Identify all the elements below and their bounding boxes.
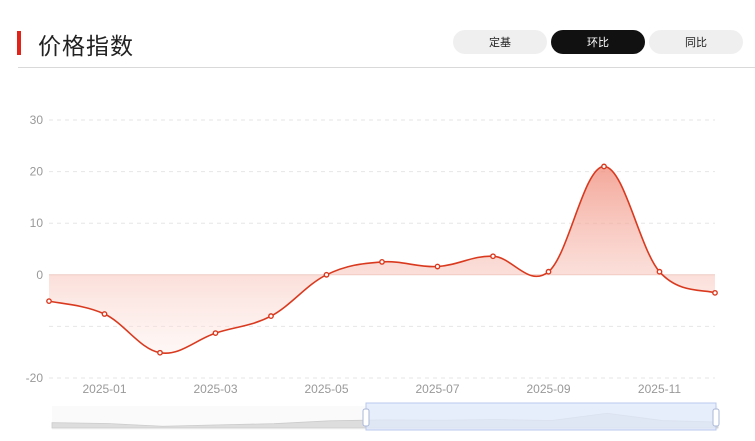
- x-tick-label: 2025-01: [82, 382, 126, 396]
- data-point[interactable]: [212, 330, 219, 337]
- x-tick-label: 2025-03: [193, 382, 237, 396]
- x-tick-label: 2025-05: [304, 382, 348, 396]
- data-point[interactable]: [601, 163, 607, 170]
- zoom-window[interactable]: [365, 402, 717, 431]
- data-point[interactable]: [379, 258, 385, 265]
- y-tick-label: 0: [36, 268, 43, 282]
- y-tick-label: -20: [26, 371, 44, 385]
- data-zoom-slider[interactable]: [51, 402, 720, 431]
- data-point[interactable]: [323, 271, 330, 278]
- data-point[interactable]: [101, 311, 108, 317]
- data-point[interactable]: [656, 268, 663, 275]
- x-tick-label: 2025-07: [415, 382, 459, 396]
- y-tick-label: 30: [30, 113, 44, 127]
- data-point[interactable]: [46, 298, 52, 305]
- data-point[interactable]: [434, 263, 441, 270]
- y-tick-label: 10: [30, 216, 44, 230]
- data-point[interactable]: [268, 313, 274, 319]
- x-tick-label: 2025-11: [638, 382, 681, 396]
- zoom-handle[interactable]: [712, 408, 720, 427]
- data-point[interactable]: [157, 349, 163, 356]
- data-point[interactable]: [545, 268, 552, 275]
- price-index-chart: 30 20 10 0 -20 2025-01 2025-03 2025-05 2025-07 2…: [26, 113, 720, 431]
- data-point[interactable]: [490, 253, 496, 260]
- x-tick-label: 2025-09: [526, 382, 570, 396]
- zoom-handle[interactable]: [362, 408, 370, 427]
- data-point[interactable]: [712, 289, 718, 296]
- y-tick-label: 20: [30, 165, 44, 179]
